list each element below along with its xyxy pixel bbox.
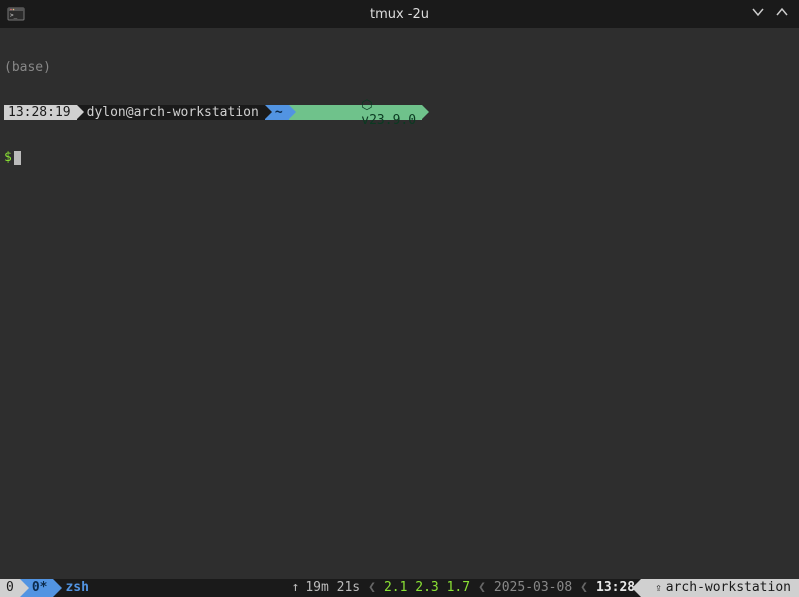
uptime-arrow-icon: ↑	[292, 579, 300, 597]
tmux-host-segment: ⇪ arch-workstation	[641, 579, 799, 597]
terminal-icon: >_	[7, 5, 25, 23]
chevron-up-icon	[775, 5, 789, 19]
tmux-session-index: 0	[6, 579, 14, 597]
terminal-viewport[interactable]: (base) 13:28:19 dylon@arch-workstation ~…	[0, 28, 799, 579]
tmux-session-segment[interactable]: 0	[0, 579, 20, 597]
separator-icon: ❮	[578, 579, 590, 597]
window-maximize-button[interactable]	[775, 5, 789, 23]
tmux-date-segment: 2025-03-08	[488, 579, 578, 597]
window-title: tmux -2u	[0, 7, 799, 22]
prompt-node-version: v23.9.0	[361, 113, 416, 128]
svg-text:>_: >_	[10, 12, 18, 19]
tmux-uptime: 19m 21s	[305, 579, 360, 597]
app-icon: >_	[6, 4, 26, 24]
prompt-node-segment: ⬡ v23.9.0	[289, 105, 422, 120]
prompt-userhost-segment: dylon@arch-workstation	[77, 105, 265, 120]
node-icon: ⬡	[361, 98, 372, 113]
conda-env-label: (base)	[4, 60, 51, 75]
separator-icon: ❮	[366, 579, 378, 597]
tmux-loadavg-segment: 2.1 2.3 1.7	[378, 579, 476, 597]
tmux-clock: 13:28	[596, 579, 635, 597]
prompt-time-segment: 13:28:19	[4, 105, 77, 120]
tmux-window-name: zsh	[65, 579, 88, 597]
window-minimize-button[interactable]	[751, 5, 765, 23]
separator-icon: ❮	[476, 579, 488, 597]
tmux-loadavg: 2.1 2.3 1.7	[384, 579, 470, 597]
tmux-hostname: arch-workstation	[666, 579, 791, 597]
prompt-line: 13:28:19 dylon@arch-workstation ~ ⬡ v23.…	[4, 105, 795, 120]
tmux-status-bar: 0 0* zsh ↑ 19m 21s ❮ 2.1 2.3 1.7 ❮ 2025-…	[0, 579, 799, 597]
prompt-time: 13:28:19	[8, 105, 71, 120]
tmux-window-index: 0*	[32, 579, 48, 597]
terminal-cursor	[14, 151, 21, 165]
chevron-down-icon	[751, 5, 765, 19]
prompt-userhost: dylon@arch-workstation	[87, 105, 259, 120]
lock-icon: ⇪	[655, 579, 662, 597]
prompt-input-line[interactable]: $	[4, 150, 795, 165]
window-titlebar: >_ tmux -2u	[0, 0, 799, 28]
tmux-date: 2025-03-08	[494, 579, 572, 597]
prompt-ps2: $	[4, 150, 12, 165]
tmux-uptime-segment: ↑ 19m 21s	[286, 579, 367, 597]
prompt-cwd: ~	[275, 105, 283, 120]
